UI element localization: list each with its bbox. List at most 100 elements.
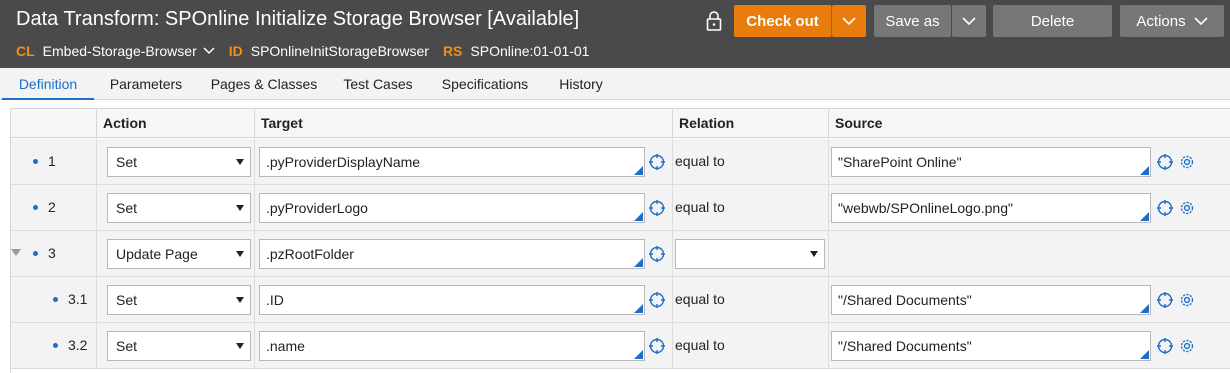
table-row: 1 Set .pyProviderDisplayName equal to "S… <box>11 139 1230 185</box>
row-number: 3 <box>33 245 56 261</box>
target-value: .pyProviderLogo <box>266 200 368 216</box>
gear-icon[interactable] <box>1178 337 1196 355</box>
bullet-icon <box>33 158 38 164</box>
tab-pages-classes[interactable]: Pages & Classes <box>200 68 328 100</box>
source-input[interactable]: "/Shared Documents" <box>831 285 1151 315</box>
row-number: 1 <box>33 153 56 169</box>
id-value: SPOnlineInitStorageBrowser <box>250 43 429 59</box>
rs-tag: RS <box>442 43 463 59</box>
tab-test-cases[interactable]: Test Cases <box>332 68 424 100</box>
source-input[interactable]: "webwb/SPOnlineLogo.png" <box>831 193 1151 223</box>
source-cell <box>829 231 1230 276</box>
column-header-number <box>11 109 97 137</box>
expand-corner-icon[interactable] <box>634 212 643 221</box>
expand-corner-icon[interactable] <box>1140 212 1149 221</box>
target-input[interactable]: .pyProviderDisplayName <box>259 147 645 177</box>
gear-icon[interactable] <box>1178 291 1196 309</box>
target-input[interactable]: .name <box>259 331 645 361</box>
source-input[interactable]: "/Shared Documents" <box>831 331 1151 361</box>
relation-value: equal to <box>675 199 725 215</box>
caret-down-icon <box>236 251 244 257</box>
row-number-label: 3.2 <box>68 337 88 353</box>
row-number: 3.2 <box>53 337 87 353</box>
relation-value: equal to <box>675 337 725 353</box>
actions-button[interactable]: Actions <box>1120 5 1224 37</box>
action-value: Set <box>116 292 138 308</box>
column-header-relation: Relation <box>673 109 829 137</box>
chevron-down-icon <box>1194 16 1208 25</box>
crosshair-icon[interactable] <box>648 245 666 263</box>
crosshair-icon[interactable] <box>1156 291 1174 309</box>
column-header-target: Target <box>255 109 673 137</box>
caret-down-icon <box>236 205 244 211</box>
rule-meta: CL Embed-Storage-Browser ID SPOnlineInit… <box>16 43 603 59</box>
crosshair-icon[interactable] <box>1156 199 1174 217</box>
action-cell: Set <box>97 277 255 322</box>
action-select[interactable]: Set <box>107 285 251 315</box>
tab-history[interactable]: History <box>546 68 616 100</box>
action-select[interactable]: Set <box>107 147 251 177</box>
relation-value: equal to <box>675 153 725 169</box>
page-title: Data Transform: SPOnline Initialize Stor… <box>16 8 580 30</box>
delete-button[interactable]: Delete <box>993 5 1112 37</box>
class-selector[interactable]: Embed-Storage-Browser <box>43 43 215 59</box>
rs-value[interactable]: SPOnline:01-01-01 <box>470 43 589 59</box>
row-number: 3.1 <box>53 291 87 307</box>
chevron-down-icon <box>842 16 856 25</box>
class-tag: CL <box>16 43 35 59</box>
bullet-icon <box>53 296 58 302</box>
target-input[interactable]: .ID <box>259 285 645 315</box>
source-value: "webwb/SPOnlineLogo.png" <box>838 200 1013 216</box>
rule-header: Data Transform: SPOnline Initialize Stor… <box>0 0 1230 68</box>
expand-corner-icon[interactable] <box>634 166 643 175</box>
action-value: Set <box>116 154 138 170</box>
transform-grid: Action Target Relation Source 1 Set .pyP… <box>10 108 1230 373</box>
expand-corner-icon[interactable] <box>1140 166 1149 175</box>
relation-value: equal to <box>675 291 725 307</box>
action-select[interactable]: Set <box>107 331 251 361</box>
target-value: .ID <box>266 292 284 308</box>
row-number-label: 1 <box>48 153 56 169</box>
action-select[interactable]: Update Page <box>107 239 251 269</box>
caret-down-icon <box>810 251 818 257</box>
relation-cell: equal to <box>673 139 829 184</box>
row-number-cell: 3 <box>11 231 97 276</box>
action-cell: Set <box>97 139 255 184</box>
check-out-menu-button[interactable] <box>832 5 866 37</box>
crosshair-icon[interactable] <box>648 153 666 171</box>
gear-icon[interactable] <box>1178 199 1196 217</box>
expand-corner-icon[interactable] <box>634 258 643 267</box>
expand-corner-icon[interactable] <box>634 350 643 359</box>
row-number-cell: 1 <box>11 139 97 184</box>
collapse-triangle-icon[interactable] <box>11 249 21 256</box>
action-cell: Set <box>97 323 255 368</box>
tab-parameters[interactable]: Parameters <box>96 68 196 100</box>
action-select[interactable]: Set <box>107 193 251 223</box>
target-input[interactable]: .pyProviderLogo <box>259 193 645 223</box>
crosshair-icon[interactable] <box>648 291 666 309</box>
gear-icon[interactable] <box>1178 153 1196 171</box>
relation-select[interactable] <box>675 239 825 269</box>
tab-definition[interactable]: Definition <box>2 68 94 100</box>
target-input[interactable]: .pzRootFolder <box>259 239 645 269</box>
tab-specifications[interactable]: Specifications <box>428 68 542 100</box>
check-out-button[interactable]: Check out <box>734 5 832 37</box>
bullet-icon <box>53 342 58 348</box>
action-value: Set <box>116 200 138 216</box>
crosshair-icon[interactable] <box>648 199 666 217</box>
expand-corner-icon[interactable] <box>1140 350 1149 359</box>
actions-label: Actions <box>1136 12 1186 30</box>
target-value: .pzRootFolder <box>266 246 354 262</box>
save-as-button[interactable]: Save as <box>874 5 951 37</box>
crosshair-icon[interactable] <box>1156 153 1174 171</box>
table-row: 3.1 Set .ID equal to "/Shared Documents" <box>11 277 1230 323</box>
crosshair-icon[interactable] <box>648 337 666 355</box>
grid-header: Action Target Relation Source <box>11 109 1230 138</box>
target-cell: .ID <box>255 277 673 322</box>
source-input[interactable]: "SharePoint Online" <box>831 147 1151 177</box>
save-as-menu-button[interactable] <box>952 5 986 37</box>
expand-corner-icon[interactable] <box>1140 304 1149 313</box>
expand-corner-icon[interactable] <box>634 304 643 313</box>
source-cell: "/Shared Documents" <box>829 323 1230 368</box>
crosshair-icon[interactable] <box>1156 337 1174 355</box>
